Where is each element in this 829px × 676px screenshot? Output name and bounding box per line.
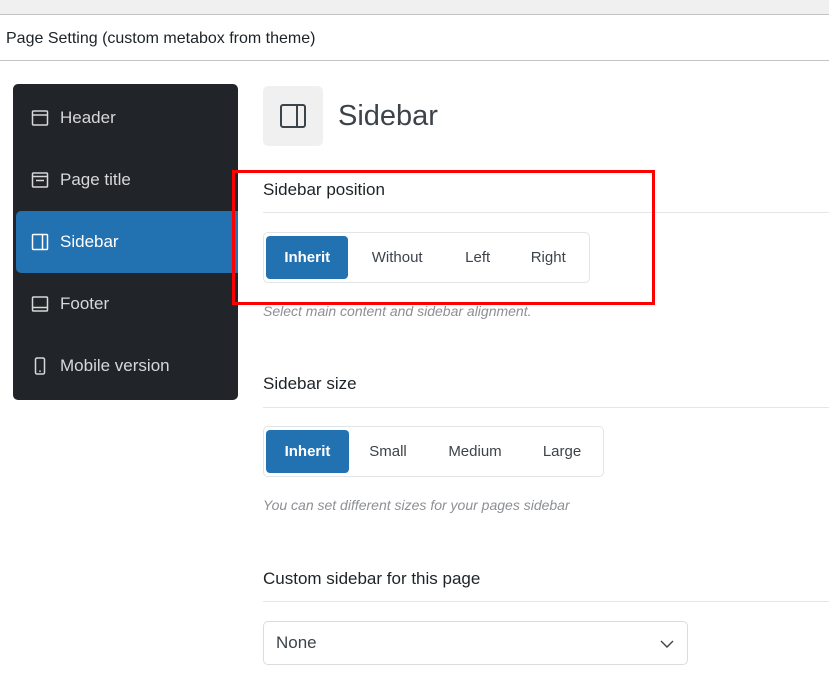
sidebar-position-without-button[interactable]: Without: [348, 236, 445, 279]
sidebar-size-inherit-button[interactable]: Inherit: [266, 430, 349, 473]
nav-item-label: Header: [60, 108, 116, 127]
sidebar-layout-icon: [263, 86, 323, 146]
sidebar-position-inherit-button[interactable]: Inherit: [266, 236, 349, 279]
sidebar-size-label: Sidebar size: [263, 374, 357, 393]
metabox-title: Page Setting (custom metabox from theme): [6, 30, 316, 47]
sidebar-position-group: Inherit Without Left Right: [263, 232, 590, 283]
custom-sidebar-select[interactable]: None: [263, 621, 688, 665]
header-layout-icon: [30, 108, 50, 128]
section-title: Sidebar: [338, 99, 438, 132]
sidebar-size-medium-button[interactable]: Medium: [427, 430, 523, 473]
nav-item-label: Sidebar: [60, 232, 119, 251]
nav-item-header[interactable]: Header: [16, 87, 238, 149]
metabox-header: Page Setting (custom metabox from theme): [0, 16, 829, 61]
chevron-down-icon: [660, 640, 674, 648]
footer-layout-icon: [30, 294, 50, 314]
nav-item-label: Footer: [60, 294, 110, 313]
sidebar-layout-icon: [30, 232, 50, 252]
sidebar-size-hint: You can set different sizes for your pag…: [263, 497, 570, 513]
nav-item-sidebar[interactable]: Sidebar: [16, 211, 238, 273]
page-title-layout-icon: [30, 170, 50, 190]
sidebar-position-hint: Select main content and sidebar alignmen…: [263, 303, 532, 319]
settings-nav: Header Page title Sidebar Footer Mobile …: [13, 84, 238, 400]
nav-item-mobile-version[interactable]: Mobile version: [16, 335, 238, 397]
divider: [263, 212, 829, 213]
sidebar-position-label: Sidebar position: [263, 180, 385, 199]
top-strip: [0, 0, 829, 15]
nav-item-footer[interactable]: Footer: [16, 273, 238, 335]
divider: [263, 601, 829, 602]
sidebar-size-large-button[interactable]: Large: [523, 430, 601, 473]
sidebar-position-left-button[interactable]: Left: [446, 236, 510, 279]
nav-item-label: Mobile version: [60, 356, 170, 375]
sidebar-size-group: Inherit Small Medium Large: [263, 426, 604, 477]
nav-item-page-title[interactable]: Page title: [16, 149, 238, 211]
section-header: Sidebar: [263, 86, 438, 146]
sidebar-size-small-button[interactable]: Small: [349, 430, 427, 473]
divider: [263, 407, 829, 408]
sidebar-position-right-button[interactable]: Right: [509, 236, 587, 279]
custom-sidebar-label: Custom sidebar for this page: [263, 569, 481, 588]
nav-item-label: Page title: [60, 170, 131, 189]
mobile-icon: [30, 356, 50, 376]
custom-sidebar-value: None: [276, 633, 317, 652]
